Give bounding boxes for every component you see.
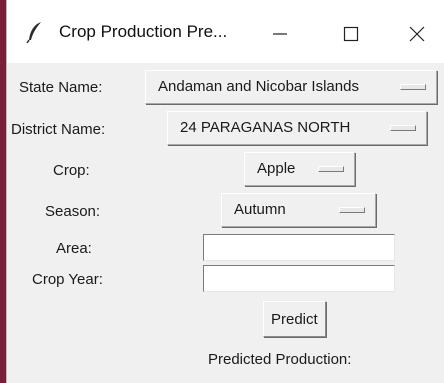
season-dropdown[interactable]: Autumn xyxy=(221,193,376,227)
predict-button[interactable]: Predict xyxy=(263,301,326,337)
season-dropdown-value: Autumn xyxy=(234,201,286,218)
season-label: Season: xyxy=(45,203,101,220)
crop-dropdown[interactable]: Apple xyxy=(244,152,355,186)
app-window: Crop Production Pre... State Name: Andam… xyxy=(6,0,444,383)
state-dropdown-value: Andaman and Nicobar Islands xyxy=(158,78,359,95)
crop-label: Crop: xyxy=(53,162,90,179)
state-dropdown[interactable]: Andaman and Nicobar Islands xyxy=(145,70,437,104)
crop-dropdown-value: Apple xyxy=(257,160,296,177)
dropdown-indicator-icon xyxy=(339,207,365,213)
close-button[interactable] xyxy=(393,14,441,54)
district-label: District Name: xyxy=(11,121,106,138)
close-icon xyxy=(409,26,425,42)
dropdown-indicator-icon xyxy=(390,125,416,131)
dropdown-indicator-icon xyxy=(400,84,426,90)
minimize-icon xyxy=(273,33,287,35)
area-label: Area: xyxy=(56,240,92,257)
title-bar: Crop Production Pre... xyxy=(7,0,444,63)
predicted-production-label: Predicted Production: xyxy=(208,351,352,368)
window-title: Crop Production Pre... xyxy=(59,22,228,41)
crop-year-input[interactable] xyxy=(203,265,395,292)
maximize-icon xyxy=(343,26,359,42)
crop-year-label: Crop Year: xyxy=(32,271,103,288)
area-input[interactable] xyxy=(203,234,395,261)
dropdown-indicator-icon xyxy=(318,166,344,172)
maximize-button[interactable] xyxy=(327,14,375,54)
district-dropdown-value: 24 PARAGANAS NORTH xyxy=(180,119,351,136)
feather-icon xyxy=(26,22,41,43)
district-dropdown[interactable]: 24 PARAGANAS NORTH xyxy=(167,111,427,145)
minimize-button[interactable] xyxy=(256,14,304,54)
state-label: State Name: xyxy=(19,79,103,96)
